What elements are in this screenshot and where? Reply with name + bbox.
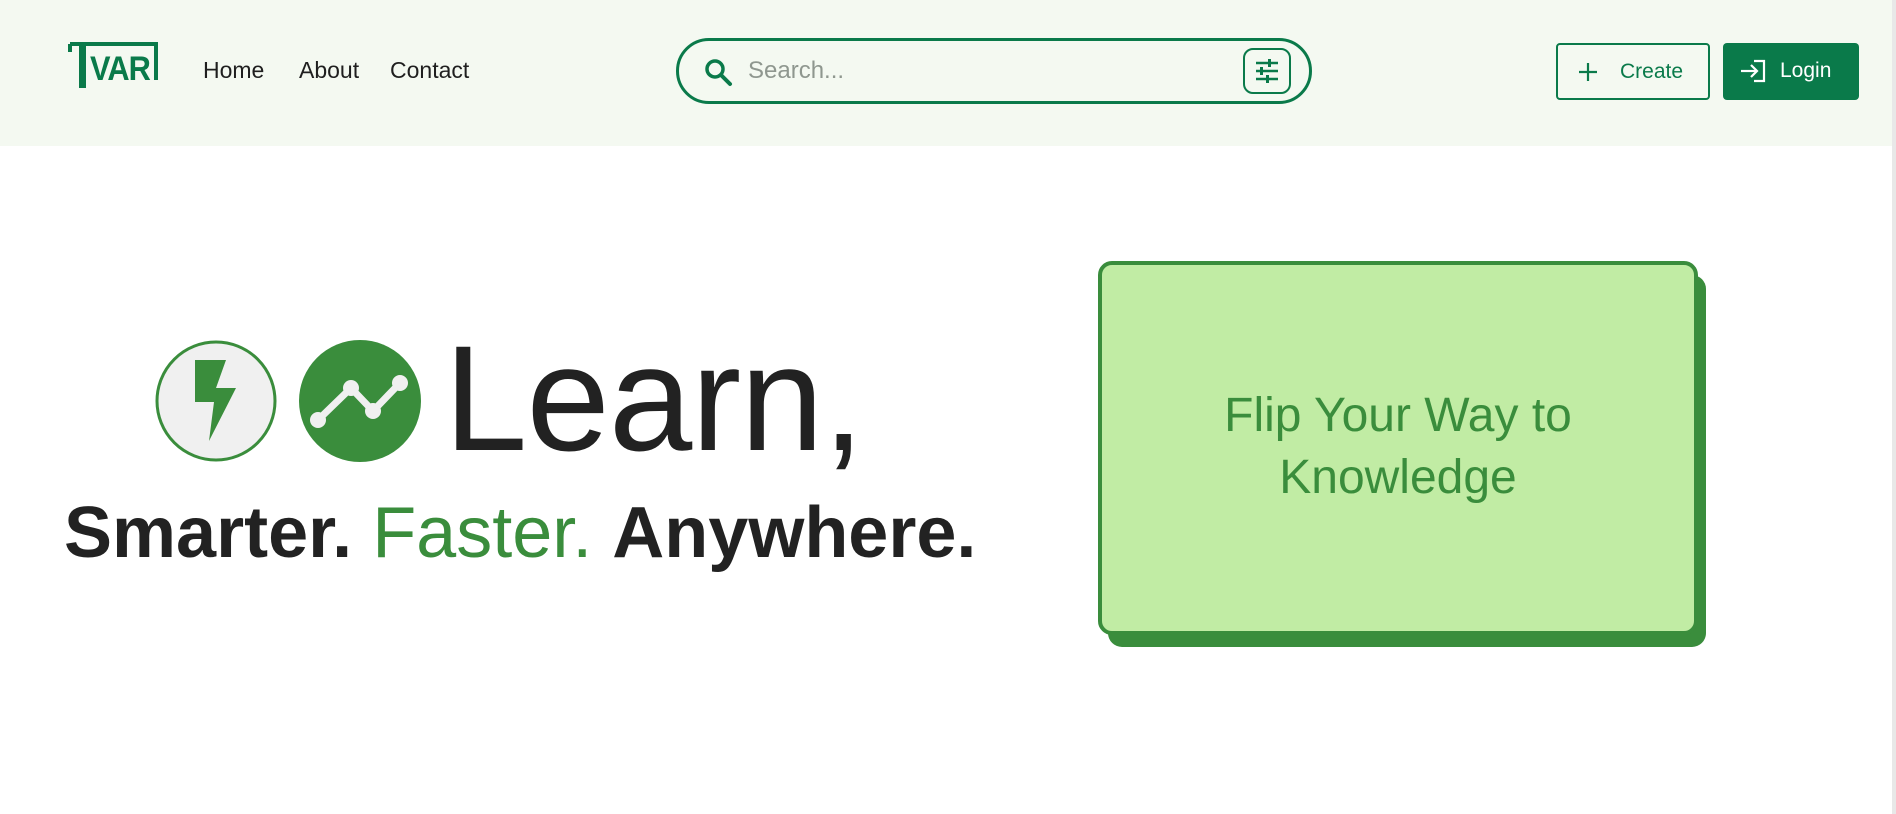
nav-about-link[interactable]: About [299,56,359,84]
login-label: Login [1780,59,1832,82]
tagline-smarter: Smarter. [64,493,353,573]
svg-text:VAR: VAR [90,50,150,88]
search-input[interactable] [748,53,1208,89]
search-icon[interactable] [703,57,733,87]
sliders-icon [1256,59,1278,83]
flip-card[interactable]: Flip Your Way to Knowledge [1098,261,1698,635]
top-header: VAR Home About Contact Create [0,0,1896,146]
nav-contact-link[interactable]: Contact [390,56,469,84]
hero-heading: Learn, [444,314,864,482]
flip-card-text: Flip Your Way to Knowledge [1102,385,1694,509]
brand-logo[interactable]: VAR [68,42,160,90]
search-bar [676,38,1312,104]
tvar-logo-mark: VAR [68,42,158,88]
filter-button[interactable] [1243,48,1291,94]
create-button[interactable]: Create [1556,43,1710,100]
tagline-anywhere: Anywhere. [612,493,977,573]
plus-icon [1579,63,1597,81]
flip-card-line2: Knowledge [1279,451,1517,504]
page-scrollbar[interactable] [1892,0,1896,814]
login-button[interactable]: Login [1723,43,1859,100]
tagline-faster: Faster. [372,493,593,573]
lightning-icon [155,340,277,462]
flip-card-line1: Flip Your Way to [1224,389,1572,442]
create-label: Create [1620,60,1684,83]
hero-tagline: Smarter. Faster. Anywhere. [64,493,976,573]
trending-line-icon [299,340,421,462]
login-icon [1741,59,1766,83]
nav-home-link[interactable]: Home [203,56,264,84]
